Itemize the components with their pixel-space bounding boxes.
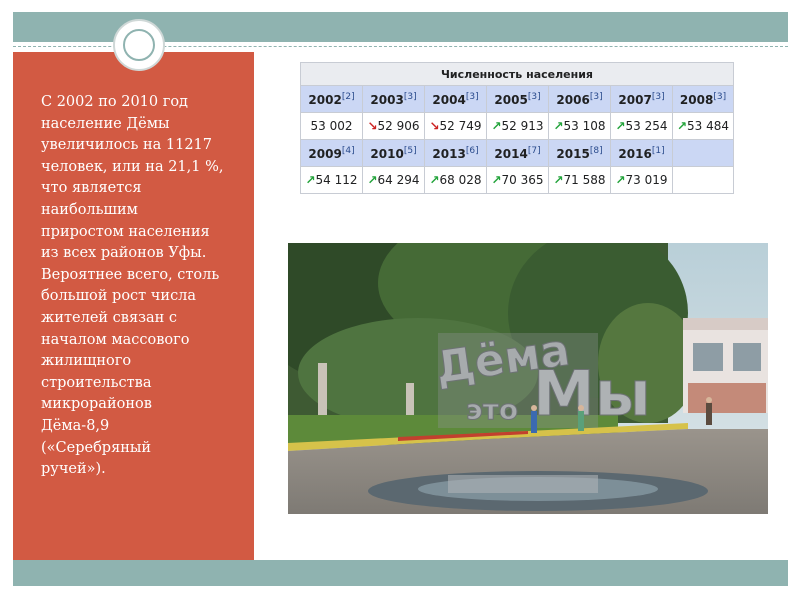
circle-ornament [113, 19, 165, 71]
trend-up-icon: ↗ [429, 173, 440, 187]
year-cell: 2004[3] [424, 85, 487, 113]
value-cell: ↗70 365 [486, 166, 549, 194]
value-cell: ↗53 254 [610, 112, 673, 140]
value-cell: ↘52 906 [362, 112, 425, 140]
year-cell: 2016[1] [610, 139, 673, 167]
value-cell: ↗64 294 [362, 166, 425, 194]
year-cell: 2014[7] [486, 139, 549, 167]
empty-cell [671, 166, 735, 194]
reference-link[interactable]: [3] [528, 92, 541, 102]
reference-link[interactable]: [2] [342, 92, 355, 102]
reference-link[interactable]: [3] [404, 92, 417, 102]
year-cell: 2006[3] [548, 85, 611, 113]
value-cell: ↗71 588 [548, 166, 611, 194]
trend-down-icon: ↘ [429, 119, 440, 133]
value-cell: ↗54 112 [300, 166, 363, 194]
value-cell: 53 002 [300, 112, 363, 140]
reference-link[interactable]: [6] [466, 146, 479, 156]
bottom-bar [13, 560, 788, 586]
trend-up-icon: ↗ [491, 119, 502, 133]
reference-link[interactable]: [4] [342, 146, 355, 156]
value-cell: ↗53 484 [671, 112, 735, 140]
trend-up-icon: ↗ [676, 119, 688, 133]
svg-text:это: это [466, 393, 518, 426]
value-row-1: 53 002 ↘52 906 ↘52 749 ↗52 913 ↗53 108 ↗… [300, 112, 735, 140]
trend-up-icon: ↗ [305, 173, 316, 187]
reference-link[interactable]: [5] [404, 146, 417, 156]
year-cell: 2010[5] [362, 139, 425, 167]
value-cell: ↗53 108 [548, 112, 611, 140]
value-cell: ↘52 749 [424, 112, 487, 140]
trend-up-icon: ↗ [553, 119, 564, 133]
reference-link[interactable]: [7] [528, 146, 541, 156]
trend-up-icon: ↗ [615, 173, 626, 187]
year-row-2: 2009[4] 2010[5] 2013[6] 2014[7] 2015[8] … [300, 139, 735, 167]
dema-sign-photo: Дёма это Мы [288, 243, 768, 514]
reference-link[interactable]: [8] [590, 146, 603, 156]
year-cell: 2013[6] [424, 139, 487, 167]
population-table: Численность населения 2002[2] 2003[3] 20… [299, 62, 735, 194]
value-cell: ↗52 913 [486, 112, 549, 140]
trend-down-icon: ↘ [367, 119, 378, 133]
svg-text:Мы: Мы [533, 357, 651, 430]
year-cell: 2015[8] [548, 139, 611, 167]
circle-ornament-inner [123, 29, 155, 61]
year-cell: 2005[3] [486, 85, 549, 113]
trend-up-icon: ↗ [491, 173, 502, 187]
empty-cell [671, 139, 735, 167]
reference-link[interactable]: [1] [652, 146, 665, 156]
table-caption: Численность населения [299, 62, 735, 86]
value-cell: ↗68 028 [424, 166, 487, 194]
trend-up-icon: ↗ [553, 173, 564, 187]
reference-link[interactable]: [3] [466, 92, 479, 102]
year-cell: 2008[3] [671, 85, 735, 113]
trend-up-icon: ↗ [367, 173, 378, 187]
reference-link[interactable]: [3] [652, 92, 665, 102]
year-cell: 2003[3] [362, 85, 425, 113]
reference-link[interactable]: [3] [590, 92, 603, 102]
reference-link[interactable]: [3] [713, 92, 726, 102]
value-row-2: ↗54 112 ↗64 294 ↗68 028 ↗70 365 ↗71 588 … [300, 166, 735, 194]
trend-up-icon: ↗ [615, 119, 626, 133]
slide-text: С 2002 по 2010 год население Дёмы увелич… [41, 94, 224, 478]
year-cell: 2002[2] [300, 85, 363, 113]
year-cell: 2007[3] [610, 85, 673, 113]
year-row-1: 2002[2] 2003[3] 2004[3] 2005[3] 2006[3] … [300, 85, 735, 113]
year-cell: 2009[4] [300, 139, 363, 167]
value-cell: ↗73 019 [610, 166, 673, 194]
